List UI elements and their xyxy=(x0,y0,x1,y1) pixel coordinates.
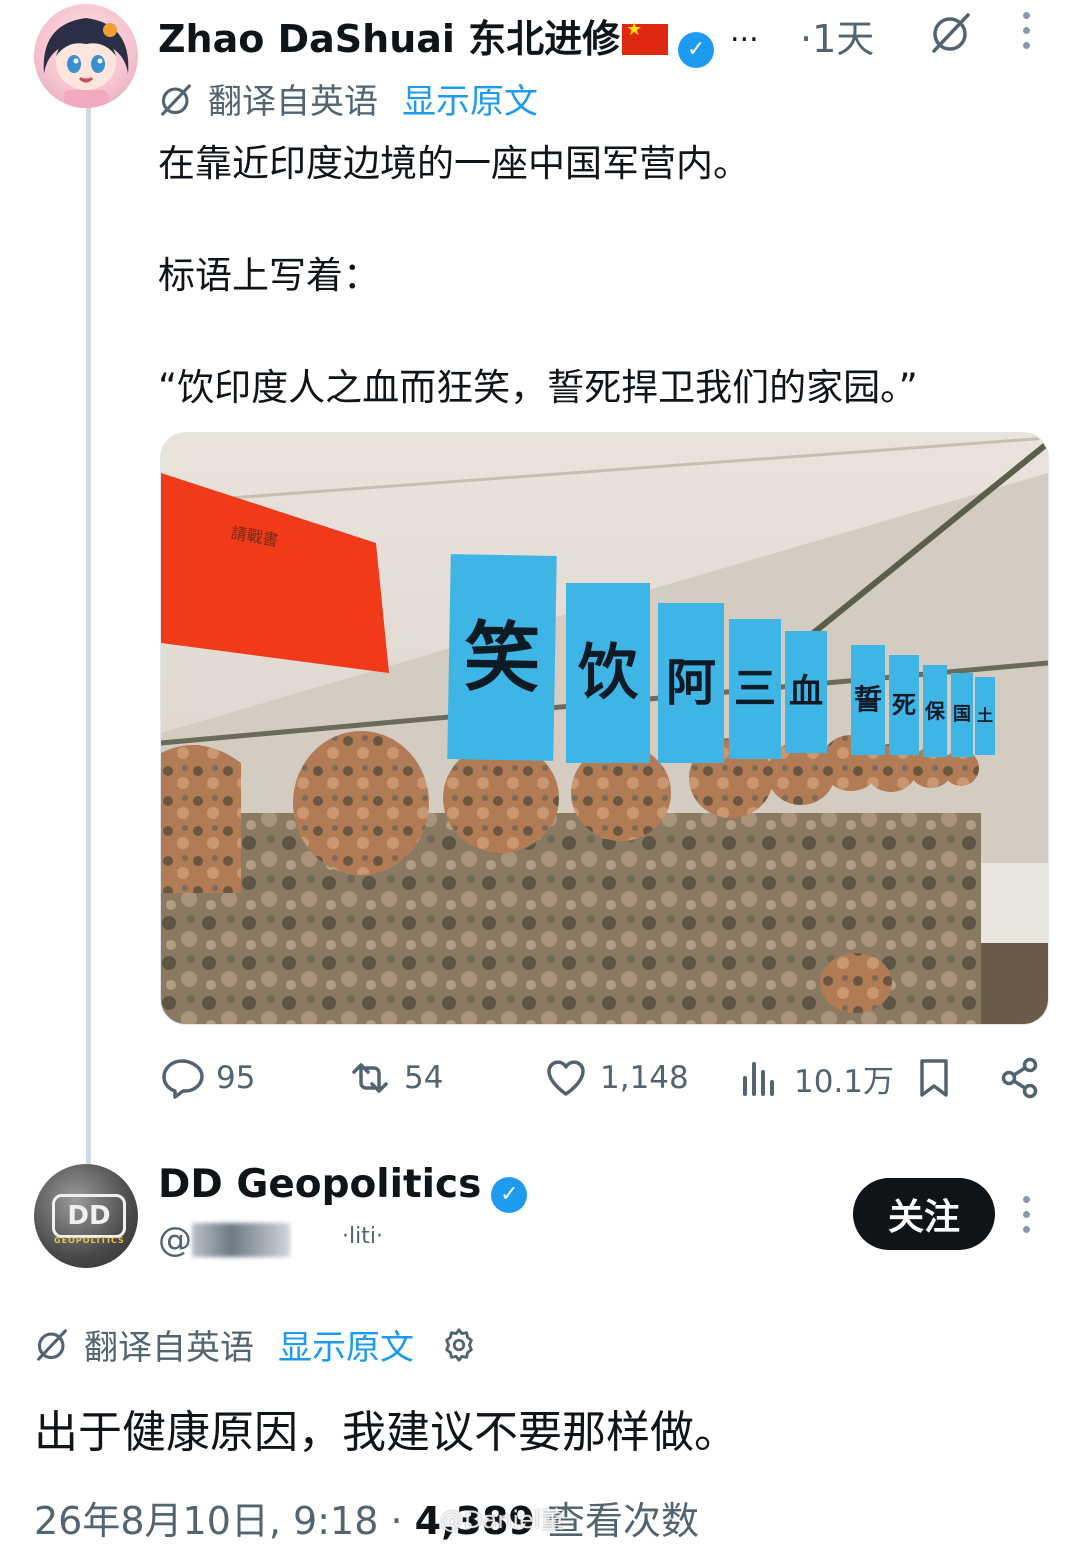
banner-flag: 饮 xyxy=(566,583,650,763)
views-label: 查看次数 xyxy=(546,1499,699,1543)
like-count: 1,148 xyxy=(600,1060,689,1096)
show-original-link[interactable]: 显示原文 xyxy=(278,1320,414,1369)
dd-logo-subtext: GEOPOLITICS xyxy=(54,1236,125,1245)
banner-flag: 阿 xyxy=(658,603,724,763)
share-icon xyxy=(1001,1057,1038,1099)
verified-badge-icon: ✓ xyxy=(678,32,715,68)
watermark: @Daniel董 xyxy=(440,1506,565,1534)
avatar[interactable]: DD GEOPOLITICS xyxy=(34,1164,138,1268)
tweet-text-line: 在靠近印度边境的一座中国军营内。 xyxy=(158,142,750,185)
translation-bar: 翻译自英语 显示原文 xyxy=(34,1320,478,1369)
banner-flag: 誓 xyxy=(851,645,885,755)
handle-tail: ·liti· xyxy=(342,1224,383,1249)
tweet-text-line: 标语上写着： xyxy=(158,254,380,297)
display-name-text[interactable]: DD Geopolitics xyxy=(158,1162,481,1207)
banner-flag: 土 xyxy=(975,677,995,755)
truncation-ellipsis: ... xyxy=(730,14,759,49)
more-options-icon[interactable] xyxy=(1016,1196,1036,1240)
banner-flag: 笑 xyxy=(447,554,557,761)
anime-girl-avatar-image xyxy=(43,18,129,108)
reply-icon xyxy=(162,1059,204,1099)
tweet-meta: 26年8月10日, 9:18 · 4,389 查看次数 xyxy=(34,1490,699,1545)
banner-flag: 死 xyxy=(889,655,919,755)
china-flag-icon xyxy=(622,19,669,55)
more-options-icon[interactable] xyxy=(1016,12,1036,56)
banner-flag: 保 xyxy=(923,665,947,757)
action-bar: 95 54 1,148 10.1万 xyxy=(160,1050,1044,1106)
heart-icon xyxy=(547,1060,585,1096)
repost-button[interactable]: 54 xyxy=(348,1050,443,1106)
tweet-text-line: “饮印度人之血而狂笑，誓死捍卫我们的家园。” xyxy=(158,366,918,409)
banner-flag: 三 xyxy=(729,619,781,759)
bookmark-button[interactable] xyxy=(912,1050,968,1106)
display-name[interactable]: DD Geopolitics ✓ xyxy=(158,1162,528,1213)
handle-prefix: @ xyxy=(158,1220,192,1260)
post-date[interactable]: 26年8月10日, 9:18 · xyxy=(34,1499,403,1543)
translation-note: 翻译自英语 xyxy=(84,1328,254,1368)
tweet-photo[interactable]: 請戰書 笑 饮 阿 三 血 誓 死 保 国 土 xyxy=(160,432,1049,1025)
blurred-handle xyxy=(192,1223,290,1257)
grok-translate-icon xyxy=(161,84,191,116)
display-name-text[interactable]: Zhao DaShuai 东北进修 xyxy=(158,17,620,61)
repost-count: 54 xyxy=(404,1060,444,1096)
tweet-text: 在靠近印度边境的一座中国军营内。 标语上写着： “饮印度人之血而狂笑，誓死捍卫我… xyxy=(158,136,918,416)
tweet-text: 出于健康原因，我建议不要那样做。 xyxy=(34,1407,738,1458)
bookmark-icon xyxy=(920,1059,948,1097)
show-original-link[interactable]: 显示原文 xyxy=(402,82,538,122)
banner-flag: 国 xyxy=(951,673,973,757)
views-button[interactable]: 10.1万 xyxy=(738,1050,894,1106)
follow-button[interactable]: 关注 xyxy=(853,1178,995,1250)
thread-connector-line xyxy=(86,106,91,1164)
grok-translate-icon xyxy=(37,1328,67,1361)
dd-logo: DD xyxy=(52,1194,126,1238)
banner-flag: 血 xyxy=(785,631,827,753)
translation-note: 翻译自英语 xyxy=(208,82,378,122)
grok-icon[interactable] xyxy=(928,10,974,56)
user-handle[interactable]: @ ·liti· xyxy=(158,1220,383,1260)
like-button[interactable]: 1,148 xyxy=(544,1050,689,1106)
translation-bar: 翻译自英语 显示原文 xyxy=(158,74,538,123)
view-count: 10.1万 xyxy=(794,1063,895,1100)
analytics-icon xyxy=(743,1062,774,1096)
reply-count: 95 xyxy=(216,1060,256,1096)
reply-button[interactable]: 95 xyxy=(160,1050,255,1106)
timestamp[interactable]: ·1天 xyxy=(800,8,874,63)
gear-icon[interactable] xyxy=(440,1326,478,1364)
repost-icon xyxy=(352,1063,388,1093)
avatar[interactable] xyxy=(34,4,138,108)
share-button[interactable] xyxy=(998,1050,1054,1106)
display-name[interactable]: Zhao DaShuai 东北进修 ✓ xyxy=(158,8,715,68)
verified-badge-icon: ✓ xyxy=(491,1177,528,1213)
